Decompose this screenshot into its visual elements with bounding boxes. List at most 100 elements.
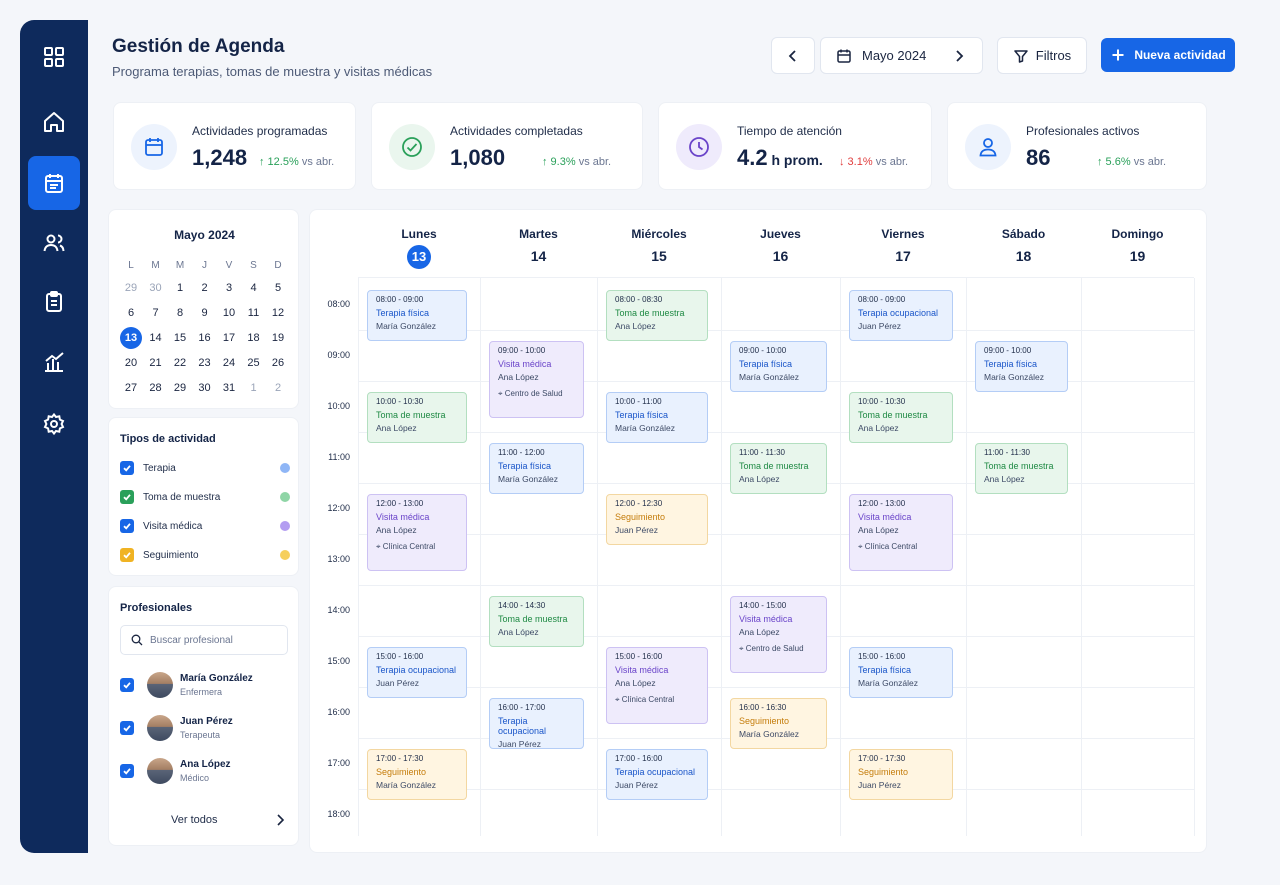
mini-day[interactable]: 5 <box>266 277 290 299</box>
calendar-event[interactable]: 11:00 - 12:00 Terapia física María Gonzále… <box>489 443 584 494</box>
mini-day[interactable]: 17 <box>217 327 241 349</box>
day-header[interactable]: Miércoles 15 <box>597 227 721 264</box>
new-activity-button[interactable]: Nueva actividad <box>1101 38 1235 72</box>
day-header[interactable]: Domingo 19 <box>1081 227 1194 264</box>
mini-day[interactable]: 15 <box>168 327 192 349</box>
mini-day[interactable]: 2 <box>193 277 217 299</box>
sidebar-item-tasks[interactable] <box>28 275 80 329</box>
calendar-event[interactable]: 17:00 - 17:30 Seguimiento Juan Pérez <box>849 749 953 800</box>
calendar-event[interactable]: 12:00 - 12:30 Seguimiento Juan Pérez <box>606 494 708 545</box>
checkbox[interactable] <box>120 490 134 504</box>
day-header[interactable]: Jueves 16 <box>721 227 840 264</box>
calendar-event[interactable]: 14:00 - 14:30 Toma de muestra Ana López <box>489 596 584 647</box>
calendar-event[interactable]: 16:00 - 16:30 Seguimiento María González <box>730 698 827 749</box>
sidebar-item-users[interactable] <box>28 216 80 270</box>
calendar-event[interactable]: 08:00 - 09:00 Terapia física María Gonzále… <box>367 290 467 341</box>
mini-day[interactable]: 19 <box>266 327 290 349</box>
sidebar-item-home[interactable] <box>28 95 80 149</box>
calendar-event[interactable]: 12:00 - 13:00 Visita médica Ana López Clíni… <box>849 494 953 571</box>
checkbox[interactable] <box>120 678 134 692</box>
event-person: Ana López <box>615 678 656 688</box>
filters-button[interactable]: Filtros <box>997 37 1087 74</box>
month-selector[interactable]: Mayo 2024 <box>820 37 983 74</box>
calendar-event[interactable]: 15:00 - 16:00 Terapia ocupacional Juan Pér… <box>367 647 467 698</box>
mini-day[interactable]: 30 <box>193 377 217 399</box>
calendar-event[interactable]: 10:00 - 10:30 Toma de muestra Ana López <box>849 392 953 443</box>
mini-day[interactable]: 16 <box>193 327 217 349</box>
mini-day[interactable]: 31 <box>217 377 241 399</box>
see-all-link[interactable]: Ver todos <box>171 814 217 826</box>
calendar-event[interactable]: 11:00 - 11:30 Toma de muestra Ana López <box>975 443 1068 494</box>
mini-day[interactable]: 1 <box>242 377 266 399</box>
calendar-event[interactable]: 12:00 - 13:00 Visita médica Ana López Clíni… <box>367 494 467 571</box>
checkbox[interactable] <box>120 764 134 778</box>
check-icon <box>123 465 131 472</box>
mini-day[interactable]: 28 <box>144 377 168 399</box>
mini-day[interactable]: 27 <box>119 377 143 399</box>
professional-item[interactable]: Juan Pérez Terapeuta <box>120 713 290 743</box>
mini-day[interactable]: 29 <box>119 277 143 299</box>
chevron-right-icon[interactable] <box>274 813 286 827</box>
calendar-event[interactable]: 10:00 - 10:30 Toma de muestra Ana López <box>367 392 467 443</box>
mini-day[interactable]: 12 <box>266 302 290 324</box>
professional-search[interactable] <box>120 625 288 655</box>
calendar-event[interactable]: 08:00 - 09:00 Terapia ocupacional Juan Pér… <box>849 290 953 341</box>
professional-search-input[interactable] <box>150 634 280 646</box>
mini-day[interactable]: 18 <box>242 327 266 349</box>
day-header[interactable]: Martes 14 <box>480 227 597 264</box>
day-header[interactable]: Sábado 18 <box>966 227 1081 264</box>
mini-day[interactable]: 29 <box>168 377 192 399</box>
sidebar-item-calendar[interactable] <box>28 156 80 210</box>
checkbox[interactable] <box>120 721 134 735</box>
mini-day[interactable]: 11 <box>242 302 266 324</box>
chevron-right-icon[interactable] <box>951 48 967 64</box>
mini-day[interactable]: 4 <box>242 277 266 299</box>
mini-day[interactable]: 8 <box>168 302 192 324</box>
mini-day[interactable]: 24 <box>217 352 241 374</box>
mini-day[interactable]: 2 <box>266 377 290 399</box>
mini-day[interactable]: 7 <box>144 302 168 324</box>
calendar-event[interactable]: 17:00 - 16:00 Terapia ocupacional Juan Pér… <box>606 749 708 800</box>
mini-day[interactable]: 30 <box>144 277 168 299</box>
day-header[interactable]: Viernes 17 <box>840 227 966 264</box>
calendar-event[interactable]: 15:00 - 16:00 Visita médica Ana López Clíni… <box>606 647 708 724</box>
checkbox[interactable] <box>120 548 134 562</box>
mini-day[interactable]: 14 <box>144 327 168 349</box>
checkbox[interactable] <box>120 461 134 475</box>
activity-type-filter[interactable]: Terapia <box>120 460 290 476</box>
calendar-event[interactable]: 09:00 - 10:00 Terapia física María Gonzále… <box>975 341 1068 392</box>
mini-day[interactable]: 3 <box>217 277 241 299</box>
sidebar-item-reports[interactable] <box>28 335 80 389</box>
day-header[interactable]: Lunes 13 <box>358 227 480 269</box>
calendar-event[interactable]: 10:00 - 11:00 Terapia física María Gonzále… <box>606 392 708 443</box>
mini-day-selected[interactable]: 13 <box>120 327 142 349</box>
mini-day[interactable]: 10 <box>217 302 241 324</box>
calendar-event[interactable]: 08:00 - 08:30 Toma de muestra Ana López <box>606 290 708 341</box>
mini-day[interactable]: 21 <box>144 352 168 374</box>
sidebar-item-settings[interactable] <box>28 397 80 451</box>
avatar <box>147 715 173 741</box>
calendar-event[interactable]: 17:00 - 17:30 Seguimiento María González <box>367 749 467 800</box>
mini-day[interactable]: 9 <box>193 302 217 324</box>
mini-day[interactable]: 23 <box>193 352 217 374</box>
professional-item[interactable]: Ana López Médico <box>120 756 290 786</box>
checkbox[interactable] <box>120 519 134 533</box>
mini-day[interactable]: 6 <box>119 302 143 324</box>
activity-type-filter[interactable]: Visita médica <box>120 518 290 534</box>
activity-type-filter[interactable]: Toma de muestra <box>120 489 290 505</box>
calendar-event[interactable]: 14:00 - 15:00 Visita médica Ana López Centr… <box>730 596 827 673</box>
mini-day[interactable]: 20 <box>119 352 143 374</box>
mini-day[interactable]: 26 <box>266 352 290 374</box>
calendar-event[interactable]: 11:00 - 11:30 Toma de muestra Ana López <box>730 443 827 494</box>
calendar-event[interactable]: 09:00 - 10:00 Terapia física María Gonzále… <box>730 341 827 392</box>
professional-item[interactable]: María González Enfermera <box>120 670 290 700</box>
calendar-event[interactable]: 15:00 - 16:00 Terapia física María Gonzále… <box>849 647 953 698</box>
activity-type-filter[interactable]: Seguimiento <box>120 547 290 563</box>
calendar-event[interactable]: 09:00 - 10:00 Visita médica Ana López Centr… <box>489 341 584 418</box>
mini-day[interactable]: 1 <box>168 277 192 299</box>
prev-month-button[interactable] <box>771 37 815 74</box>
calendar-event[interactable]: 16:00 - 17:00 Terapia ocupacional Juan Pér… <box>489 698 584 749</box>
mini-day[interactable]: 22 <box>168 352 192 374</box>
sidebar-item-apps[interactable] <box>28 30 80 84</box>
mini-day[interactable]: 25 <box>242 352 266 374</box>
